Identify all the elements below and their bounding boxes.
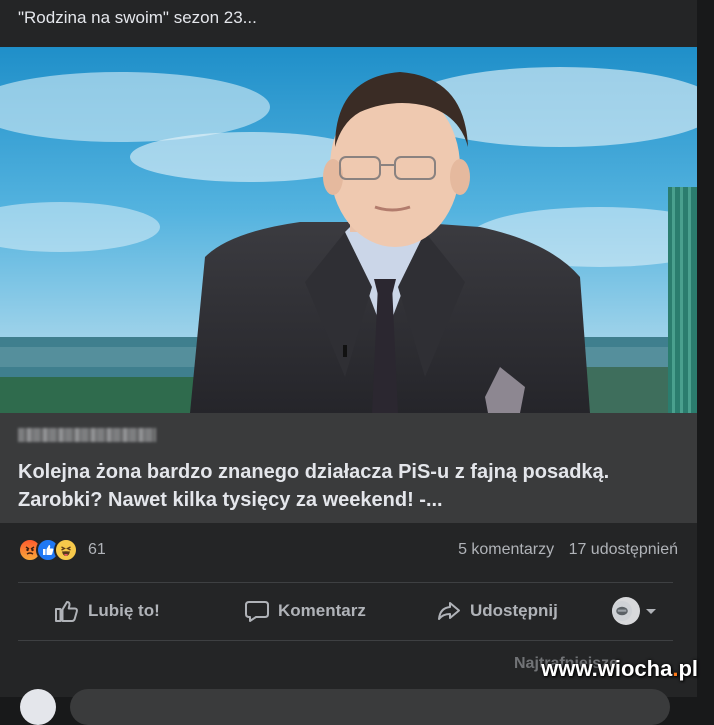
studio-photo <box>0 47 697 413</box>
share-button-label: Udostępnij <box>470 601 558 620</box>
shares-count-link[interactable]: 17 udostępnień <box>569 541 678 558</box>
post-text: "Rodzina na swoim" sezon 23... <box>18 8 257 27</box>
link-domain-redacted <box>18 428 156 442</box>
like-button-label: Lubię to! <box>88 601 160 620</box>
link-preview-image[interactable]: i <box>0 47 697 413</box>
post-card: "Rodzina na swoim" sezon 23... Kolejna ż… <box>0 0 697 725</box>
thumbs-up-icon <box>55 601 78 622</box>
reaction-audience-selector[interactable] <box>612 588 666 634</box>
watermark-tld: pl <box>678 656 698 681</box>
page-background-edge <box>697 0 714 697</box>
comment-input[interactable] <box>70 689 670 725</box>
comment-button-label: Komentarz <box>278 601 366 620</box>
reaction-count: 61 <box>88 541 106 558</box>
link-title[interactable]: Kolejna żona bardzo znanego działacza Pi… <box>18 458 658 514</box>
reactions-summary[interactable]: 61 <box>18 538 106 562</box>
chevron-down-icon <box>646 609 656 614</box>
comments-count-link[interactable]: 5 komentarzy <box>458 541 554 558</box>
divider <box>18 582 673 583</box>
watermark-text: www.wiocha <box>541 656 673 681</box>
comment-avatar <box>20 689 56 725</box>
post-stats: 61 5 komentarzy 17 udostępnień <box>18 538 678 568</box>
avatar <box>612 597 640 625</box>
link-preview-card[interactable]: Kolejna żona bardzo znanego działacza Pi… <box>0 413 697 523</box>
comments-shares-summary: 5 komentarzy 17 udostępnień <box>458 541 678 559</box>
like-button[interactable]: Lubię to! <box>54 588 160 634</box>
post-actions: Lubię to! Komentarz Udostępnij <box>18 588 673 634</box>
share-button[interactable]: Udostępnij <box>436 588 558 634</box>
divider <box>18 640 673 641</box>
comment-button[interactable]: Komentarz <box>244 588 366 634</box>
haha-react-icon <box>54 538 78 562</box>
speech-bubble-icon <box>245 601 269 622</box>
share-arrow-icon <box>438 602 460 620</box>
watermark: www.wiocha.pl <box>541 656 698 682</box>
